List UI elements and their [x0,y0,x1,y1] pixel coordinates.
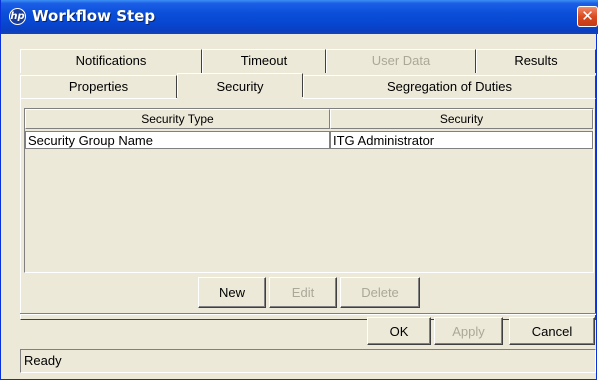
window-title: Workflow Step [32,7,156,25]
tab-notifications[interactable]: Notifications [20,49,202,73]
delete-button[interactable]: Delete [340,277,420,308]
cancel-button[interactable]: Cancel [509,317,595,345]
apply-button[interactable]: Apply [434,317,503,345]
status-bar: Ready [20,349,596,373]
table-cell-security-type[interactable]: Security Group Name [25,131,330,149]
tab-security[interactable]: Security [177,73,303,100]
title-bar[interactable]: hp Workflow Step ✕ [1,0,598,34]
close-button[interactable]: ✕ [577,6,598,27]
table-cell-security[interactable]: ITG Administrator [330,131,593,149]
tab-results[interactable]: Results [476,49,596,73]
security-table[interactable]: Security Type Security Security Group Na… [24,108,594,273]
workflow-step-window: hp Workflow Step ✕ Notifications Timeout… [0,0,598,380]
tab-properties[interactable]: Properties [20,75,177,99]
column-header-security[interactable]: Security [330,109,593,129]
new-button[interactable]: New [198,277,266,308]
active-tab-joint [177,97,303,100]
edit-button[interactable]: Edit [269,277,337,308]
tab-timeout[interactable]: Timeout [202,49,326,73]
ok-button[interactable]: OK [367,317,431,345]
close-icon: ✕ [581,7,594,25]
separator-highlight [20,314,596,315]
column-header-security-type[interactable]: Security Type [25,109,330,129]
tab-user-data[interactable]: User Data [326,49,476,73]
hp-logo-icon: hp [9,8,26,25]
tab-segregation-of-duties[interactable]: Segregation of Duties [303,75,596,99]
